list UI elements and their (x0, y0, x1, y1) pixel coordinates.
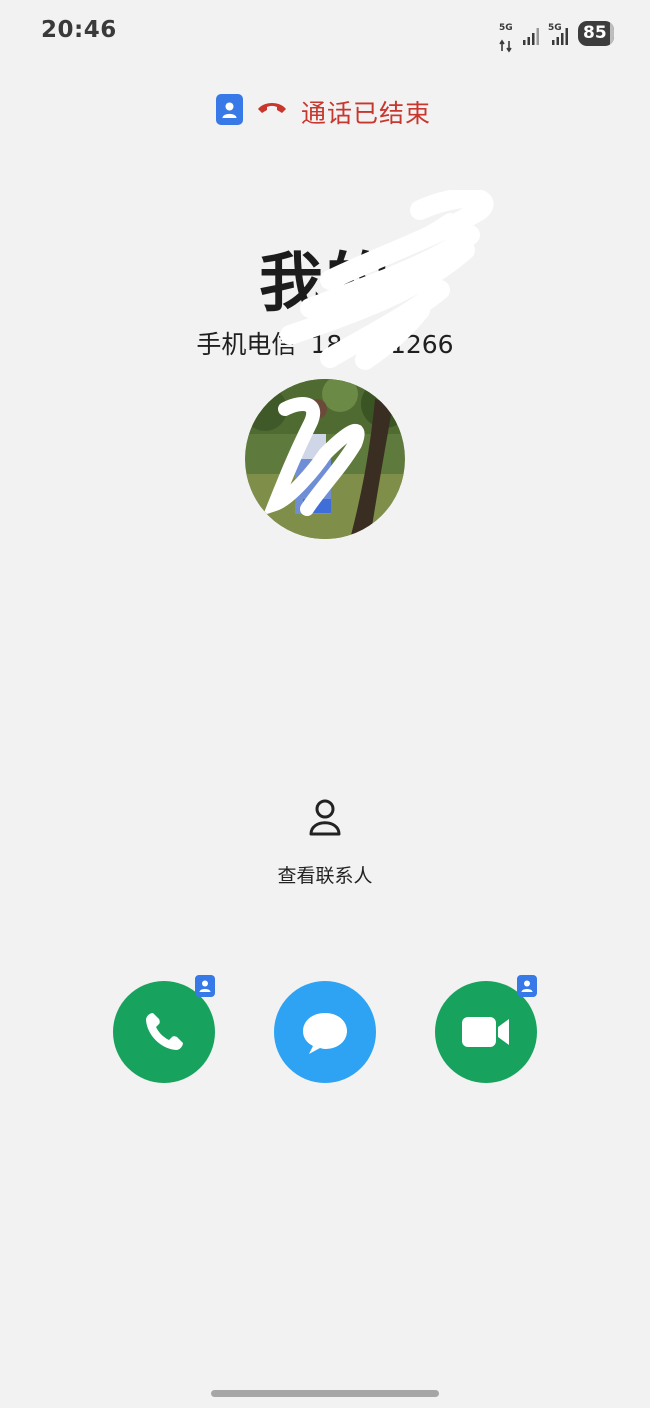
video-camera-icon (462, 1017, 509, 1047)
sim-card-badge-icon (517, 975, 537, 997)
contact-avatar (245, 379, 405, 539)
signal-1-icon (523, 28, 539, 45)
status-time: 20:46 (41, 17, 117, 43)
phone-hangup-icon (258, 103, 286, 113)
video-call-button[interactable] (435, 975, 537, 1083)
view-contact-button[interactable]: 查看联系人 (255, 795, 395, 895)
message-button[interactable] (274, 981, 376, 1083)
home-indicator[interactable] (211, 1390, 439, 1397)
phone-icon (146, 1013, 183, 1050)
person-outline-icon (309, 799, 341, 836)
battery-indicator: 85 (578, 21, 614, 46)
contact-card-icon (216, 94, 243, 125)
call-status-row: 通话已结束 (0, 92, 650, 128)
call-status-text: 通话已结束 (301, 99, 432, 128)
sim-card-badge-icon (195, 975, 215, 997)
chat-bubble-icon (303, 1013, 347, 1054)
battery-tip (610, 21, 614, 46)
view-contact-label: 查看联系人 (277, 865, 373, 887)
battery-level: 85 (583, 23, 607, 43)
signal-2-icon (552, 28, 568, 45)
call-button[interactable] (113, 975, 215, 1083)
redaction-scribble (280, 190, 494, 370)
network-type-1: 5G (499, 23, 513, 33)
data-arrows-icon (499, 39, 512, 53)
status-bar: 20:46 5G 5G 85 (0, 0, 650, 66)
